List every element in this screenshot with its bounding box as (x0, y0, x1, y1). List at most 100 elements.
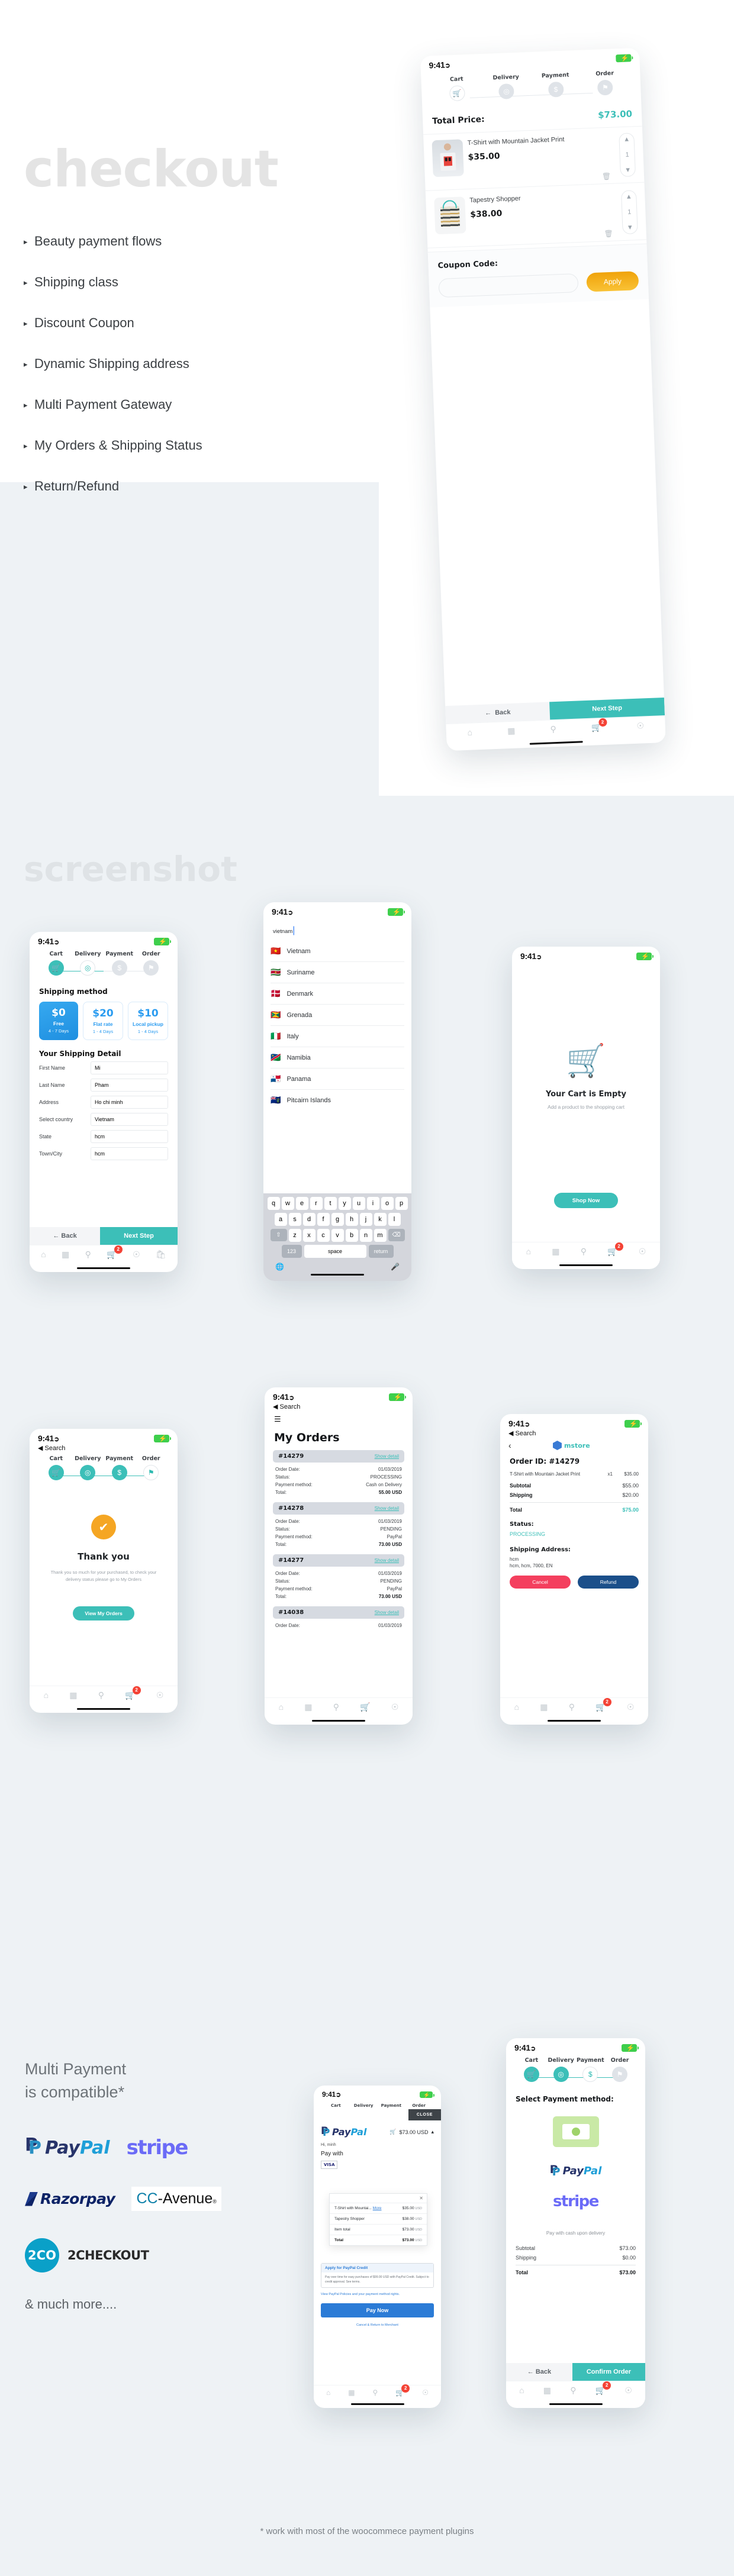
search-icon[interactable]: ⚲ (85, 1250, 91, 1260)
key[interactable]: y (338, 1196, 351, 1210)
key[interactable]: t (324, 1196, 337, 1210)
space-key[interactable]: space (304, 1244, 366, 1258)
search-back-link[interactable]: ◀ Search (265, 1403, 413, 1410)
country-item[interactable]: 🇵🇦 Panama (271, 1069, 404, 1090)
shipping-option-local[interactable]: $10 Local pickup 1 - 4 Days (128, 1002, 168, 1040)
key[interactable]: l (388, 1212, 401, 1226)
step-cart[interactable]: Cart 🛒 (432, 75, 482, 102)
paypal-credit-title[interactable]: Apply for PayPal Credit (321, 2264, 433, 2272)
step-order[interactable]: Order ⚑ (580, 69, 630, 96)
delete-icon[interactable]: 🗑 (602, 172, 611, 181)
delete-icon[interactable]: 🗑 (604, 230, 613, 238)
back-button[interactable]: ← Back (30, 1226, 101, 1245)
step-cart[interactable]: Cart 🛒 (40, 951, 72, 976)
key[interactable]: o (381, 1196, 394, 1210)
cash-on-delivery-option[interactable] (552, 2116, 599, 2147)
key[interactable]: d (302, 1212, 316, 1226)
stepper-up-icon[interactable]: ▲ (626, 193, 632, 200)
show-detail-link[interactable]: Show detail (375, 1454, 399, 1459)
home-icon[interactable]: ⌂ (514, 1702, 519, 1712)
close-button[interactable]: CLOSE (408, 2109, 441, 2120)
show-detail-link[interactable]: Show detail (375, 1610, 399, 1615)
search-icon[interactable]: ⚲ (333, 1702, 339, 1712)
key[interactable]: f (317, 1212, 330, 1226)
close-icon[interactable]: ✕ (330, 2194, 427, 2203)
apply-coupon-button[interactable]: Apply (586, 271, 639, 292)
state-field[interactable] (91, 1130, 168, 1143)
step-payment[interactable]: Payment $ (530, 72, 581, 98)
cart-tab-icon[interactable]: 🛒 2 (107, 1245, 123, 1260)
country-item[interactable]: 🇬🇩 Grenada (271, 1005, 404, 1026)
key[interactable]: x (302, 1228, 316, 1242)
country-field[interactable] (91, 1113, 168, 1126)
home-icon[interactable]: ⌂ (41, 1250, 46, 1259)
key[interactable]: r (310, 1196, 323, 1210)
more-link[interactable]: More (373, 2206, 382, 2210)
step-delivery[interactable]: Delivery ◎ (481, 73, 532, 100)
profile-icon[interactable]: ☉ (624, 2385, 632, 2396)
key[interactable]: k (374, 1212, 387, 1226)
key[interactable]: b (345, 1228, 358, 1242)
cancel-return-link[interactable]: Cancel & Return to Merchant (321, 2323, 434, 2327)
search-icon[interactable]: ⚲ (98, 1690, 104, 1700)
profile-icon[interactable]: ☉ (391, 1702, 399, 1712)
shop-now-button[interactable]: Shop Now (554, 1193, 618, 1208)
home-icon[interactable]: ⌂ (519, 2385, 524, 2395)
last-name-field[interactable] (91, 1079, 168, 1092)
key[interactable]: p (395, 1196, 408, 1210)
key[interactable]: q (267, 1196, 280, 1210)
paypal-policy-link[interactable]: View PayPal Policies and your payment me… (321, 2293, 434, 2296)
view-my-orders-button[interactable]: View My Orders (73, 1606, 134, 1621)
home-icon[interactable]: ⌂ (279, 1702, 284, 1712)
cancel-order-button[interactable]: Cancel (510, 1576, 571, 1589)
home-icon[interactable]: ⌂ (326, 2388, 330, 2397)
quantity-stepper[interactable]: ▲ 1 ▼ (620, 190, 638, 235)
paypal-option[interactable]: PP PayPal (506, 2163, 645, 2178)
country-item[interactable]: 🇳🇦 Namibia (271, 1047, 404, 1069)
profile-icon[interactable]: ☉ (639, 1247, 646, 1257)
step-delivery[interactable]: Delivery ◎ (546, 2057, 576, 2082)
stepper-down-icon[interactable]: ▼ (624, 166, 631, 173)
search-icon[interactable]: ⚲ (581, 1247, 587, 1257)
refund-button[interactable]: Refund (578, 1576, 639, 1589)
confirm-order-button[interactable]: Confirm Order (572, 2362, 645, 2381)
step-payment[interactable]: Payment $ (104, 1455, 136, 1480)
profile-icon[interactable]: ☉ (627, 1702, 635, 1712)
step-payment[interactable]: Payment $ (104, 951, 136, 976)
search-icon[interactable]: ⚲ (373, 2388, 378, 2397)
grid-icon[interactable]: ▦ (62, 1250, 69, 1260)
step-delivery[interactable]: Delivery ◎ (72, 951, 104, 976)
search-icon[interactable]: ⚲ (550, 724, 556, 734)
coupon-input[interactable] (438, 273, 579, 298)
quantity-stepper[interactable]: ▲ 1 ▼ (619, 133, 636, 177)
cart-tab-icon[interactable]: 🛒 2 (595, 2381, 611, 2396)
key[interactable]: m (374, 1228, 387, 1242)
city-field[interactable] (91, 1147, 168, 1160)
bag-icon[interactable]: 🛍 (156, 1250, 166, 1260)
step-delivery[interactable]: Delivery ◎ (72, 1455, 104, 1480)
country-search-input[interactable]: vietnam (273, 928, 292, 935)
search-icon[interactable]: ⚲ (570, 2385, 576, 2396)
grid-icon[interactable]: ▦ (543, 2385, 551, 2396)
profile-icon[interactable]: ☉ (636, 721, 644, 731)
country-item[interactable]: 🇮🇹 Italy (271, 1026, 404, 1047)
key[interactable]: g (331, 1212, 344, 1226)
step-payment[interactable]: Payment $ (576, 2057, 606, 2082)
key[interactable]: v (331, 1228, 344, 1242)
show-detail-link[interactable]: Show detail (375, 1558, 399, 1563)
shipping-option-free[interactable]: $0 Free 4 - 7 Days (39, 1002, 78, 1040)
globe-icon[interactable]: 🌐 (275, 1263, 284, 1271)
pay-now-button[interactable]: Pay Now (321, 2303, 434, 2317)
key[interactable]: h (345, 1212, 358, 1226)
key[interactable]: j (359, 1212, 372, 1226)
step-order[interactable]: Order ⚑ (136, 951, 168, 976)
home-icon[interactable]: ⌂ (526, 1247, 531, 1256)
grid-icon[interactable]: ▦ (348, 2388, 355, 2397)
grid-icon[interactable]: ▦ (304, 1702, 312, 1712)
step-cart[interactable]: Cart 🛒 (40, 1455, 72, 1480)
key[interactable]: e (295, 1196, 308, 1210)
key[interactable]: n (359, 1228, 372, 1242)
search-back-link[interactable]: ◀ Search (30, 1444, 178, 1452)
shift-key-icon[interactable]: ⇧ (270, 1229, 287, 1241)
step-order[interactable]: Order ⚑ (605, 2057, 635, 2082)
